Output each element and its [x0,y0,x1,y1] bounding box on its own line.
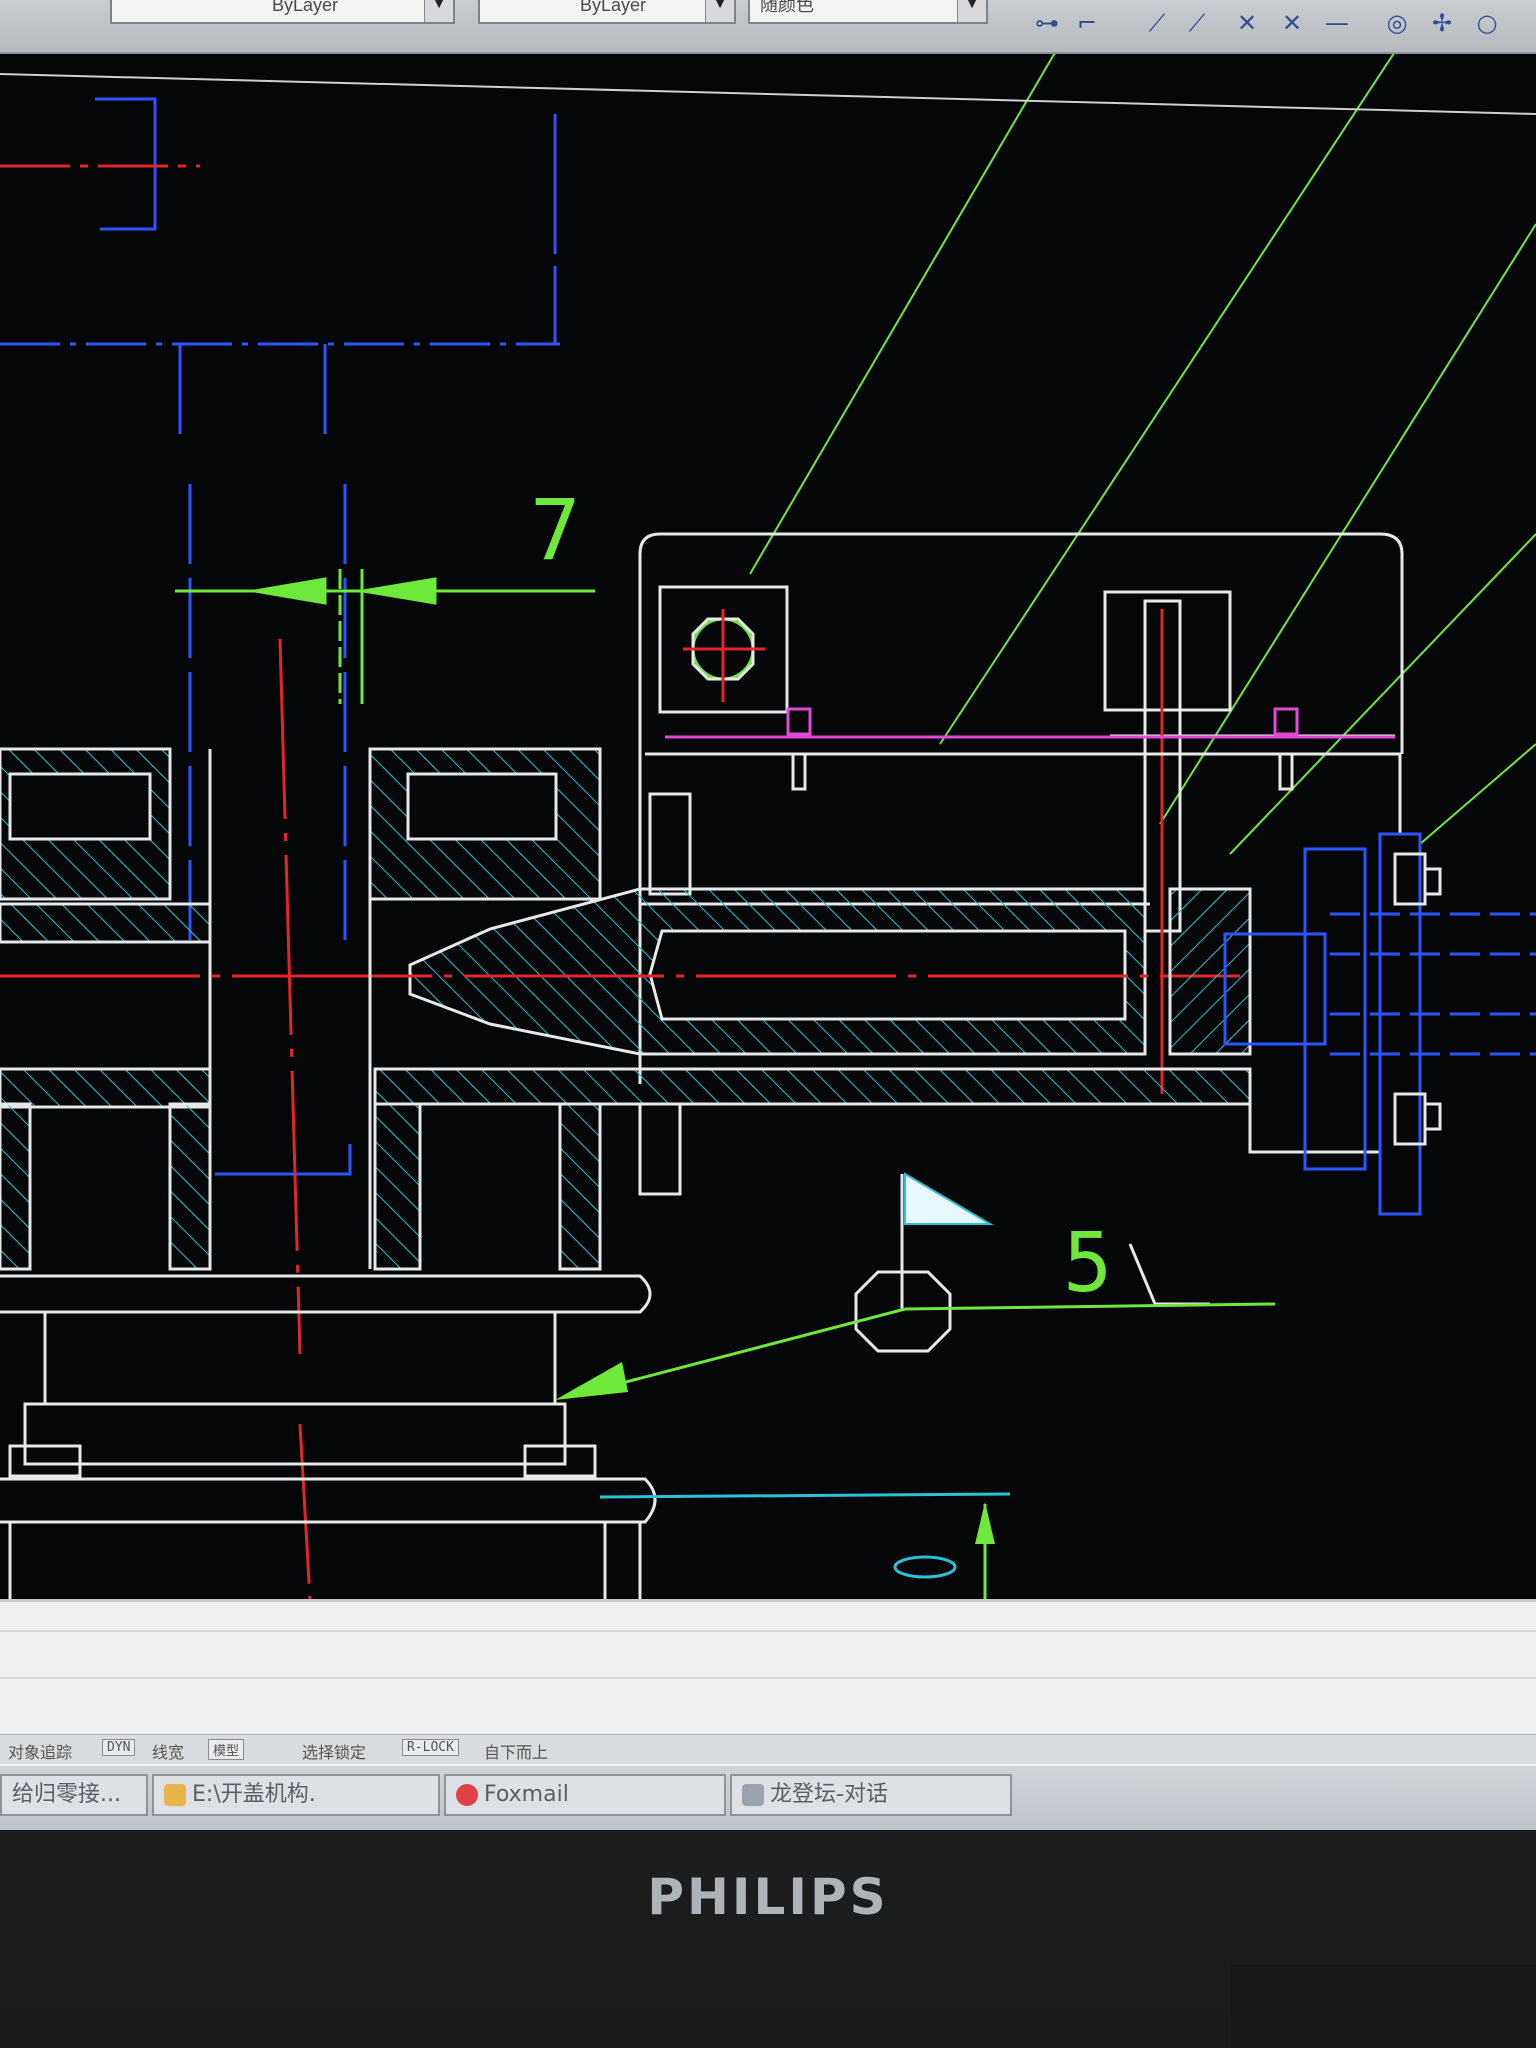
extend-icon[interactable]: ✕ [1275,6,1309,40]
orbit-icon[interactable]: ✢ [1425,6,1459,40]
status-r-lock[interactable]: R-LOCK [402,1739,459,1756]
color-value: 随颜色 [760,0,814,15]
chevron-down-icon[interactable]: ▼ [705,0,734,22]
properties-toolbar: ByLayer ▼ ByLayer ▼ 随颜色 ▼ ⊶ ⌐ ⟋ ⟋ ✕ ✕ — … [0,0,1536,54]
circle-icon[interactable]: ◎ [1380,6,1414,40]
line-icon[interactable]: ⌐ [1070,6,1104,40]
leader-lines [749,54,1536,855]
taskbar-item-explorer[interactable]: E:\开盖机构. [152,1774,440,1816]
taskbar-item-label: Foxmail [484,1782,569,1807]
status-selection-lock[interactable]: 选择锁定 [302,1739,366,1763]
roughness-label: 5 [1063,1216,1112,1311]
status-lineweight[interactable]: 线宽 [152,1739,184,1763]
linetype-value: ByLayer [272,0,339,15]
cross-icon[interactable]: ✕ [1230,6,1264,40]
taskbar-item-label: 龙登坛-对话 [770,1782,888,1807]
hidden-parts [1223,832,1536,1216]
roughness-symbol [555,1172,1276,1400]
taskbar-item-foxmail[interactable]: Foxmail [444,1774,726,1816]
status-bar: 对象追踪 DYN 线宽 模型 选择锁定 R-LOCK 自下而上 [0,1734,1536,1765]
linetype-combo[interactable]: ByLayer ▼ [110,0,455,24]
status-top-to-bottom[interactable]: 自下而上 [484,1739,548,1763]
chevron-down-icon[interactable]: ▼ [424,0,453,22]
drawing-viewport[interactable]: 7 5 [0,54,1536,1599]
command-area[interactable] [0,1599,1536,1737]
circle-outline-icon[interactable]: ○ [1470,6,1504,40]
color-combo[interactable]: 随颜色 ▼ [748,0,988,24]
chat-icon [742,1784,764,1806]
status-object-snap[interactable]: 对象追踪 [8,1739,72,1763]
taskbar-item-label: 给归零接... [12,1782,121,1807]
lineweight-combo[interactable]: ByLayer ▼ [478,0,736,24]
taskbar-item-chat[interactable]: 龙登坛-对话 [730,1774,1012,1816]
dash-icon[interactable]: — [1320,6,1354,40]
foxmail-icon [456,1784,478,1806]
screen: ByLayer ▼ ByLayer ▼ 随颜色 ▼ ⊶ ⌐ ⟋ ⟋ ✕ ✕ — … [0,0,1536,1830]
cad-drawing: 7 5 [0,54,1536,1599]
ray-icon[interactable]: ⟋ [1180,6,1214,40]
dimension-label: 7 [530,481,581,579]
monitor-stand [1230,1965,1536,2048]
xline-icon[interactable]: ⟋ [1140,6,1174,40]
snap-icon[interactable]: ⊶ [1030,6,1064,40]
folder-icon [164,1784,186,1806]
taskbar: 给归零接... E:\开盖机构. Foxmail 龙登坛-对话 [0,1764,1536,1830]
taskbar-item-zeroing[interactable]: 给归零接... [0,1774,148,1816]
monitor-brand-logo: PHILIPS [647,1868,889,1926]
taskbar-item-label: E:\开盖机构. [192,1782,316,1807]
dimension-7 [175,569,595,704]
chevron-down-icon[interactable]: ▼ [957,0,986,22]
status-dyn[interactable]: DYN [102,1739,136,1756]
status-model[interactable]: 模型 [208,1739,245,1760]
lineweight-value: ByLayer [580,0,647,15]
